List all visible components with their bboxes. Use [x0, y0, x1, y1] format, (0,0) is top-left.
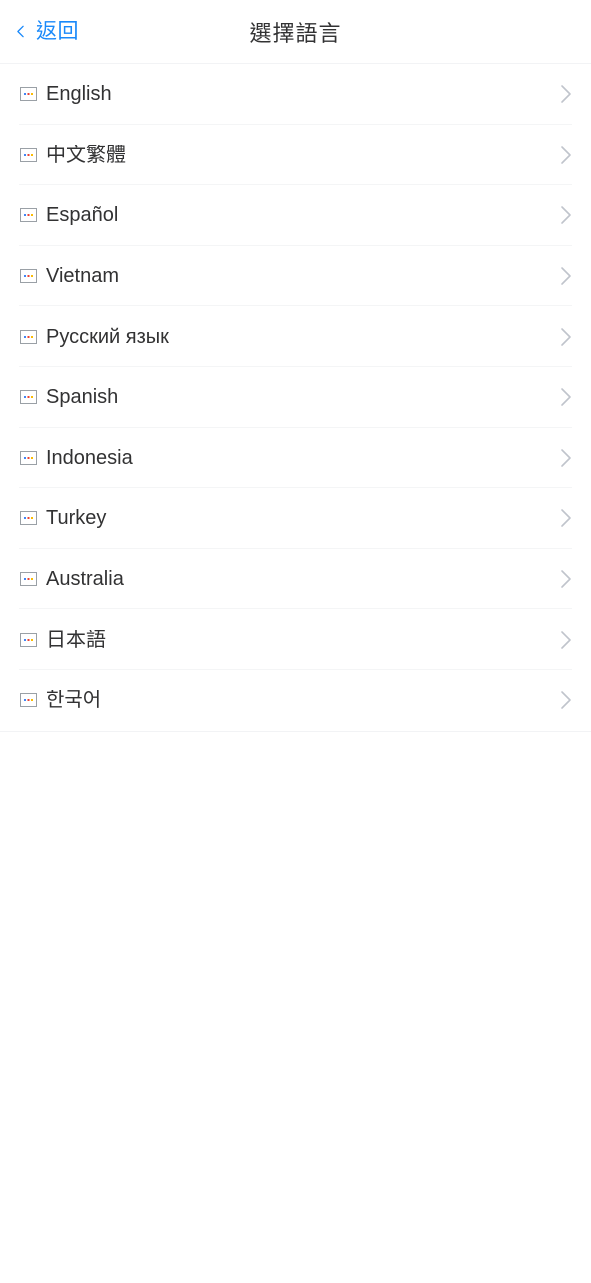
list-item-label: Русский язык — [46, 326, 169, 347]
list-item[interactable]: Español — [0, 185, 591, 246]
broken-image-placeholder-icon — [20, 572, 37, 587]
list-item-label: 中文繁體 — [46, 144, 126, 165]
chevron-right-icon — [561, 570, 571, 588]
back-button[interactable]: 返回 — [14, 0, 89, 63]
broken-image-placeholder-icon — [20, 87, 37, 102]
chevron-right-icon — [561, 388, 571, 407]
list-item[interactable]: Turkey — [0, 488, 591, 549]
list-item-label: English — [46, 84, 112, 105]
broken-image-placeholder-icon — [20, 511, 37, 526]
chevron-right-icon — [561, 327, 571, 346]
language-selection-page: 返回 選擇語言 English 中文繁體 Español Vietnam Рус… — [0, 0, 591, 1283]
chevron-right-icon — [561, 630, 571, 649]
list-item[interactable]: 한국어 — [0, 669, 591, 731]
list-bottom-divider — [0, 730, 591, 732]
chevron-right-icon — [561, 267, 571, 285]
list-item[interactable]: 中文繁體 — [0, 124, 591, 186]
list-item-label: Vietnam — [46, 266, 120, 287]
broken-image-placeholder-icon — [20, 390, 37, 405]
list-item-label: Español — [46, 205, 119, 226]
list-item[interactable]: Australia — [0, 548, 591, 610]
list-item-label: Australia — [46, 569, 124, 590]
broken-image-placeholder-icon — [20, 208, 37, 223]
chevron-right-icon — [561, 146, 571, 164]
chevron-right-icon — [561, 691, 571, 710]
list-item-label: Indonesia — [46, 447, 133, 468]
broken-image-placeholder-icon — [20, 450, 37, 465]
back-button-label: 返回 — [36, 20, 79, 43]
list-item-label: 日本語 — [46, 629, 106, 650]
broken-image-placeholder-icon — [20, 147, 37, 162]
list-item[interactable]: Vietnam — [0, 245, 591, 307]
list-item[interactable]: Spanish — [0, 366, 591, 428]
list-item[interactable]: English — [0, 64, 591, 125]
chevron-right-icon — [561, 206, 571, 225]
list-item[interactable]: Indonesia — [0, 427, 591, 489]
broken-image-placeholder-icon — [20, 693, 37, 708]
broken-image-placeholder-icon — [20, 632, 37, 647]
chevron-left-icon — [17, 25, 24, 38]
list-item[interactable]: 日本語 — [0, 609, 591, 670]
list-item-label: Spanish — [46, 387, 119, 408]
broken-image-placeholder-icon — [20, 329, 37, 344]
broken-image-placeholder-icon — [20, 269, 37, 284]
chevron-right-icon — [561, 509, 571, 528]
list-item[interactable]: Русский язык — [0, 306, 591, 367]
nav-bar: 返回 選擇語言 — [0, 0, 591, 64]
chevron-right-icon — [561, 449, 571, 467]
list-item-label: 한국어 — [46, 690, 102, 711]
chevron-right-icon — [561, 85, 571, 104]
language-list: English 中文繁體 Español Vietnam Русский язы… — [0, 64, 591, 731]
list-item-label: Turkey — [46, 508, 107, 529]
